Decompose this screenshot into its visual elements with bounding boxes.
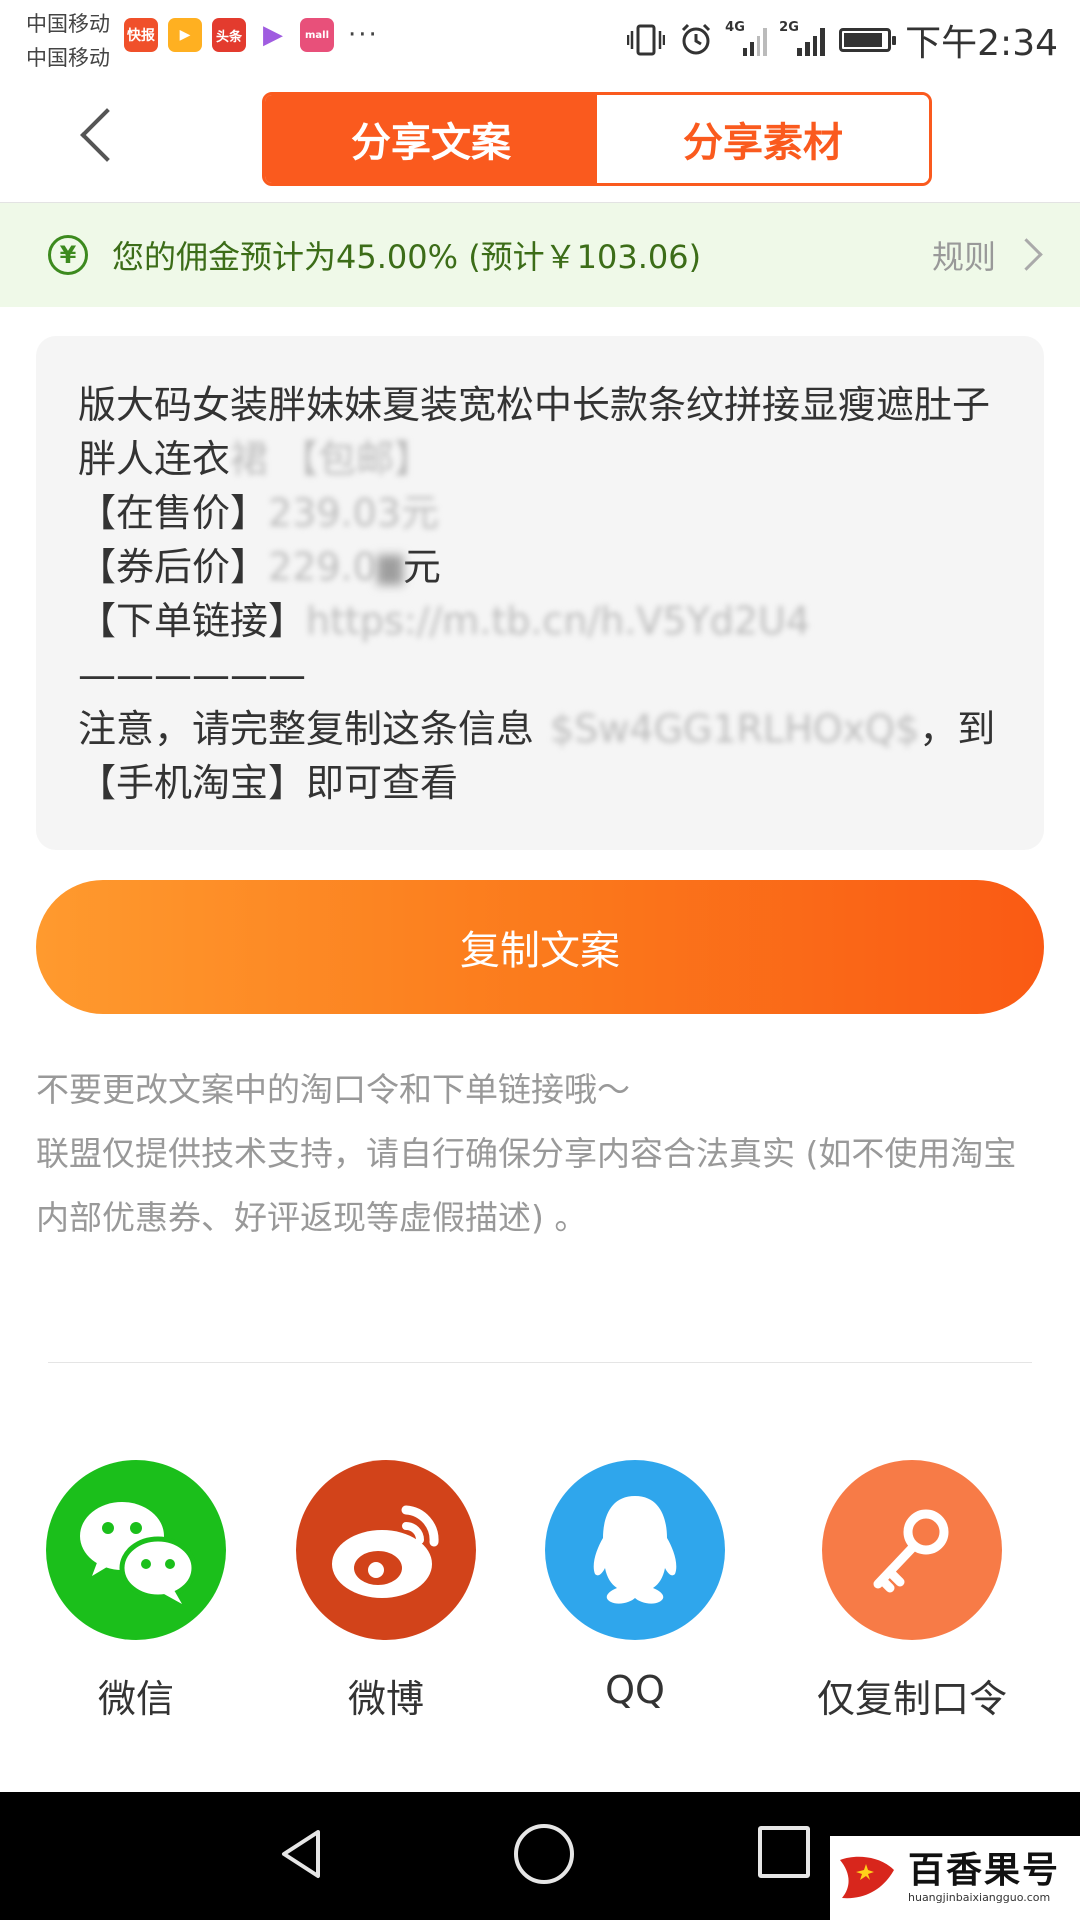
status-bar: 中国移动 中国移动 快报 ▶ 头条 ▶ mall ··· 4G 2G 下午2:3…: [0, 0, 1080, 80]
divider: [48, 1362, 1032, 1363]
mall-app-icon: mall: [300, 18, 334, 52]
carrier-1: 中国移动: [26, 12, 110, 36]
coupon-price-value: 229.0: [268, 545, 377, 589]
notice-end: ，到: [919, 707, 996, 751]
tab-switcher: 分享文案 分享素材: [262, 92, 932, 186]
share-weibo[interactable]: 微博: [296, 1460, 476, 1723]
coupon-price-line: 【券后价】229.0 元: [78, 540, 1002, 594]
share-qq-label: QQ: [605, 1668, 665, 1712]
yen-icon: ¥: [48, 235, 88, 275]
product-title-line-2: 胖人连衣裙 【包邮】: [78, 432, 1002, 486]
alarm-icon: [682, 23, 711, 55]
copy-copywriting-button[interactable]: 复制文案: [36, 880, 1044, 1014]
order-link-line: 【下单链接】https://m.tb.cn/h.V5Yd2U4: [78, 594, 1002, 648]
share-copy-code-label: 仅复制口令: [816, 1677, 1007, 1721]
title-blurred: 裙 【包邮】: [230, 437, 433, 481]
sale-price-line: 【在售价】239.03元: [78, 486, 1002, 540]
video-app-icon: ▶: [168, 18, 202, 52]
play-app-icon: ▶: [263, 20, 283, 50]
order-link-label: 【下单链接】: [78, 599, 307, 643]
signal-4g-icon: 4G: [725, 20, 768, 56]
nav-back-button[interactable]: [274, 1826, 330, 1882]
weibo-icon: [296, 1460, 476, 1640]
sale-price-value: 239.03元: [268, 491, 439, 535]
status-indicators: 4G 2G 下午2:34: [627, 14, 1058, 66]
tab-share-material[interactable]: 分享素材: [597, 95, 929, 183]
share-copy-code[interactable]: 仅复制口令: [817, 1460, 1007, 1723]
notice-line-1: 不要更改文案中的淘口令和下单链接哦～: [36, 1070, 630, 1109]
triangle-back-icon: [282, 1830, 320, 1878]
wechat-icon: [46, 1460, 226, 1640]
commission-banner: ¥ 您的佣金预计为45.00% (预计￥103.06) 规则: [0, 203, 1080, 307]
top-header: 分享文案 分享素材: [0, 80, 1080, 203]
coupon-price-unit: 元: [402, 545, 441, 589]
watermark-url: huangjinbaixiangguo.com: [908, 1891, 1051, 1904]
product-title-line: 版大码女装胖妹妹夏装宽松中长款条纹拼接显瘦遮肚子: [78, 383, 991, 427]
clock: 下午2:34: [905, 23, 1058, 64]
chevron-right-icon: [1010, 238, 1043, 271]
tao-code: $Sw4GG1RLHOxQ$: [550, 707, 920, 751]
site-watermark: 百香果号 huangjinbaixiangguo.com: [830, 1836, 1080, 1920]
kuaibao-app-icon: 快报: [124, 18, 158, 52]
watermark-title: 百香果号: [908, 1850, 1061, 1891]
separator-line: ——————: [78, 653, 306, 697]
share-qq[interactable]: QQ: [545, 1460, 725, 1712]
order-link-value: https://m.tb.cn/h.V5Yd2U4: [306, 599, 811, 643]
title-continued: 胖人连衣: [78, 437, 231, 481]
share-weibo-label: 微博: [347, 1677, 424, 1721]
tab-share-copywriting[interactable]: 分享文案: [265, 95, 597, 183]
notice-start: 注意，请完整复制这条信息: [78, 707, 535, 751]
coupon-price-label: 【券后价】: [78, 545, 269, 589]
battery-icon: [839, 28, 897, 52]
carrier-2: 中国移动: [26, 46, 110, 70]
nav-recents-button[interactable]: [758, 1826, 810, 1878]
back-button[interactable]: [70, 108, 130, 168]
rule-link[interactable]: 规则: [932, 232, 996, 278]
toutiao-app-icon: 头条: [212, 18, 246, 52]
open-taobao-line: 【手机淘宝】即可查看: [78, 761, 459, 805]
key-icon: [822, 1460, 1002, 1640]
vibrate-icon: [627, 24, 666, 56]
notice-line-2: 联盟仅提供技术支持，请自行确保分享内容合法真实 (如不使用淘宝内部优惠券、好评返…: [36, 1134, 1017, 1237]
notice-text: 不要更改文案中的淘口令和下单链接哦～ 联盟仅提供技术支持，请自行确保分享内容合法…: [36, 1058, 1046, 1250]
nav-home-button[interactable]: [514, 1824, 574, 1884]
commission-text: 您的佣金预计为45.00% (预计￥103.06): [112, 238, 702, 276]
redaction-mask: [376, 554, 403, 585]
share-wechat-label: 微信: [97, 1677, 174, 1721]
qq-penguin-icon: [545, 1460, 725, 1640]
more-notifications-icon: ···: [348, 20, 379, 50]
notification-app-icons: 快报 ▶ 头条 ▶ mall ···: [124, 18, 379, 52]
notice-line: 注意，请完整复制这条信息 $Sw4GG1RLHOxQ$，到: [78, 702, 1002, 756]
signal-2g-icon: 2G: [779, 20, 826, 56]
passion-fruit-logo-icon: [836, 1850, 898, 1906]
sale-price-label: 【在售价】: [78, 491, 269, 535]
copywriting-card: 版大码女装胖妹妹夏装宽松中长款条纹拼接显瘦遮肚子 胖人连衣裙 【包邮】 【在售价…: [36, 336, 1044, 850]
share-wechat[interactable]: 微信: [46, 1460, 226, 1723]
